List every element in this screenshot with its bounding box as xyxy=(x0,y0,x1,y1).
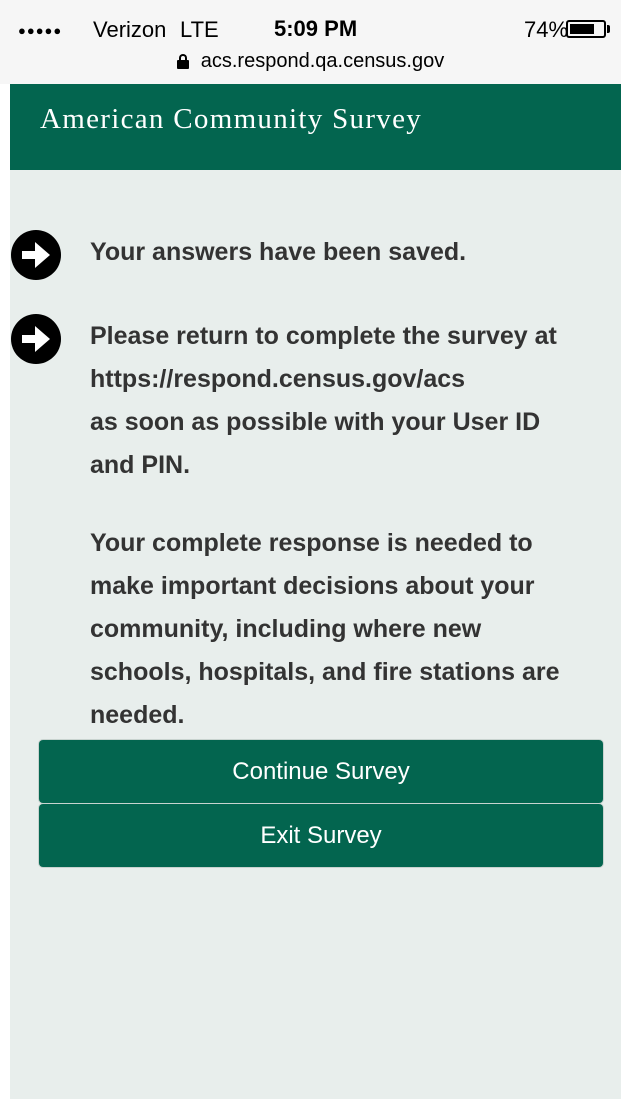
battery-tip xyxy=(607,25,610,33)
carrier-name: Verizon xyxy=(93,17,167,42)
importance-line: schools, hospitals, and fire stations ar… xyxy=(90,658,560,686)
network-type: LTE xyxy=(180,17,219,42)
page-title: American Community Survey xyxy=(40,103,423,135)
importance-line: Your complete response is needed to xyxy=(90,529,533,557)
status-row: ●●●●● Verizon LTE 5:09 PM 74% xyxy=(0,14,621,44)
status-time: 5:09 PM xyxy=(274,16,358,41)
status-bar: ●●●●● Verizon LTE 5:09 PM 74% acs.respon… xyxy=(0,0,621,84)
return-line: as soon as possible with your User ID xyxy=(90,408,541,436)
lock-body xyxy=(176,60,189,69)
address-bar[interactable]: acs.respond.qa.census.gov xyxy=(0,50,621,78)
saved-message-text: Your answers have been saved. xyxy=(90,238,467,266)
url-text[interactable]: acs.respond.qa.census.gov xyxy=(201,50,445,72)
signal-strength-icon: ●●●●● xyxy=(18,23,63,38)
return-message-text: Please return to complete the survey at … xyxy=(90,315,620,487)
arrow-right-circle-icon xyxy=(11,230,61,280)
battery-icon xyxy=(566,20,606,38)
site-header: American Community Survey xyxy=(10,84,621,170)
importance-message-text: Your complete response is needed to make… xyxy=(90,522,620,737)
battery-percent: 74% xyxy=(524,17,569,42)
importance-line: needed. xyxy=(90,701,185,729)
battery-level-fill xyxy=(570,24,594,34)
importance-line: make important decisions about your xyxy=(90,572,535,600)
importance-line: community, including where new xyxy=(90,615,482,643)
main-content: Your answers have been saved. Please ret… xyxy=(10,170,621,1099)
arrow-right-circle-icon xyxy=(11,314,61,364)
url-container[interactable]: acs.respond.qa.census.gov xyxy=(176,50,445,73)
survey-url-text: https://respond.census.gov/acs xyxy=(90,365,466,393)
return-line: Please return to complete the survey at xyxy=(90,322,557,350)
return-line: and PIN. xyxy=(90,451,191,479)
exit-survey-button[interactable]: Exit Survey xyxy=(39,804,603,867)
lock-icon xyxy=(176,54,189,69)
continue-survey-button[interactable]: Continue Survey xyxy=(39,740,603,803)
